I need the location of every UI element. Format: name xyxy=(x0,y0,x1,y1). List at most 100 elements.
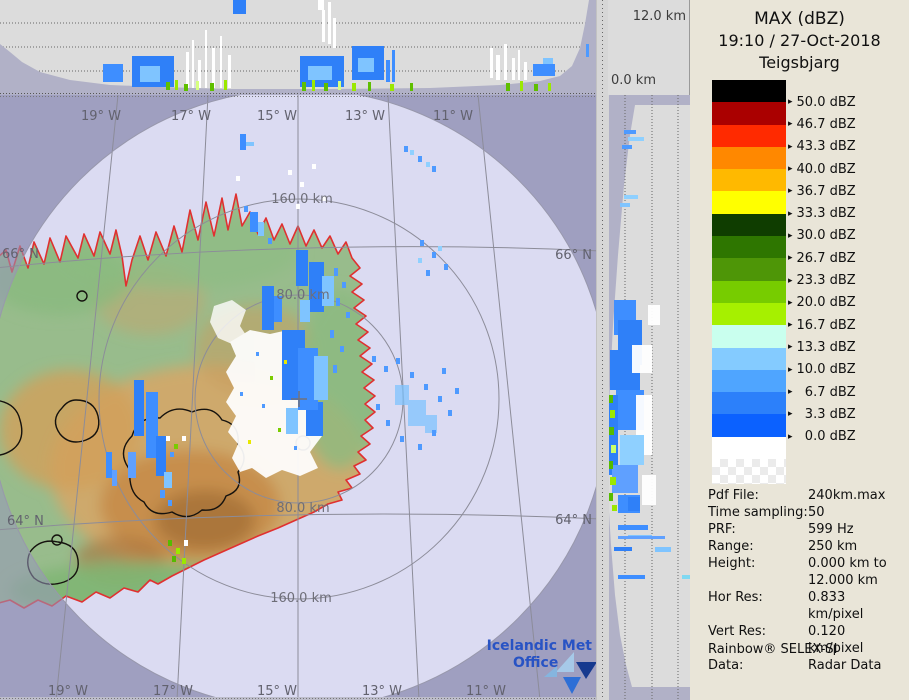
scale-band xyxy=(712,325,786,347)
height-axis-corner: 12.0 km 0.0 km xyxy=(608,0,690,95)
scale-label-text: 10.0 dBZ xyxy=(797,362,856,377)
vertical-tick-ruler xyxy=(596,0,609,700)
height-axis-max-label: 12.0 km xyxy=(633,9,686,24)
scale-label: ▸ 16.7 dBZ xyxy=(788,314,856,336)
scale-band xyxy=(712,125,786,147)
info-label: Range: xyxy=(708,538,808,555)
scale-label-text: 13.3 dBZ xyxy=(797,340,856,355)
legend-panel: MAX (dBZ) 19:10 / 27-Oct-2018 Teigsbjarg… xyxy=(690,0,909,700)
scale-tick-arrow-icon: ▸ xyxy=(788,142,793,152)
scale-label: ▸ 43.3 dBZ xyxy=(788,136,856,158)
scale-band xyxy=(712,102,786,124)
scale-tick-arrow-icon: ▸ xyxy=(788,276,793,286)
info-value: 50 xyxy=(808,504,904,521)
side-cross-section xyxy=(608,95,690,700)
scale-band xyxy=(712,236,786,258)
scale-label-text: 33.3 dBZ xyxy=(797,206,856,221)
info-value: Radar Data xyxy=(808,657,904,674)
info-value: 240km.max xyxy=(808,487,904,504)
info-value: 0.000 km to xyxy=(808,555,904,572)
scale-label: ▸ 46.7 dBZ xyxy=(788,113,856,135)
info-label: Pdf File: xyxy=(708,487,808,504)
scale-band xyxy=(712,214,786,236)
scale-label-text: 50.0 dBZ xyxy=(797,95,856,110)
height-axis-min-label: 0.0 km xyxy=(611,73,656,88)
scale-band xyxy=(712,191,786,213)
scale-label: ▸ 20.0 dBZ xyxy=(788,292,856,314)
scale-label: ▸ 40.0 dBZ xyxy=(788,158,856,180)
scale-band xyxy=(712,348,786,370)
lat-label-left-66n: 66° N xyxy=(2,247,39,262)
scale-band xyxy=(712,169,786,191)
scale-label-text: 20.0 dBZ xyxy=(797,295,856,310)
color-scale-labels: ▸50.0 dBZ▸46.7 dBZ▸43.3 dBZ▸40.0 dBZ▸36.… xyxy=(788,91,856,448)
lon-label-bottom: 13° W xyxy=(362,684,402,699)
info-label: Hor Res: xyxy=(708,589,808,623)
top-cross-section xyxy=(0,0,596,95)
color-scale xyxy=(712,80,786,484)
info-label: PRF: xyxy=(708,521,808,538)
scale-band xyxy=(712,258,786,280)
info-value: 599 Hz xyxy=(808,521,904,538)
echo-cyan-dash xyxy=(682,575,690,579)
range-label-160-top: 160.0 km xyxy=(271,192,333,207)
radar-application-window: 19° W 17° W 15° W 13° W 11° W 19° W 17° … xyxy=(0,0,909,700)
radar-map: 19° W 17° W 15° W 13° W 11° W 19° W 17° … xyxy=(0,95,596,700)
scale-band xyxy=(712,392,786,414)
scale-tick-arrow-icon: ▸ xyxy=(788,365,793,375)
scale-band-transparent xyxy=(712,459,786,484)
blind-zone-top xyxy=(608,95,690,105)
info-label: Time sampling: xyxy=(708,504,808,521)
lon-label-top: 15° W xyxy=(257,109,297,124)
scale-label-text: 23.3 dBZ xyxy=(797,273,856,288)
scale-label: ▸ 23.3 dBZ xyxy=(788,269,856,291)
scale-tick-arrow-icon: ▸ xyxy=(788,298,793,308)
scale-label-text: 30.0 dBZ xyxy=(797,228,856,243)
lon-label-bottom: 17° W xyxy=(153,684,193,699)
scale-tick-arrow-icon: ▸ xyxy=(788,320,793,330)
scale-label: ▸ 30.0 dBZ xyxy=(788,225,856,247)
scale-tick-arrow-icon: ▸ xyxy=(788,231,793,241)
scale-band xyxy=(712,80,786,102)
range-label-160-bottom: 160.0 km xyxy=(270,591,332,606)
scale-label-text: 46.7 dBZ xyxy=(797,117,856,132)
scale-label: ▸ 10.0 dBZ xyxy=(788,359,856,381)
scale-band xyxy=(712,281,786,303)
scale-band-below-0 xyxy=(712,437,786,459)
scale-label: ▸50.0 dBZ xyxy=(788,91,856,113)
scale-label-text: 16.7 dBZ xyxy=(797,318,856,333)
lon-label-bottom: 15° W xyxy=(257,684,297,699)
lon-label-top: 11° W xyxy=(433,109,473,124)
scale-tick-arrow-icon: ▸ xyxy=(788,186,793,196)
scale-tick-arrow-icon: ▸ xyxy=(788,119,793,129)
info-label: Data: xyxy=(708,657,808,674)
scale-label: ▸36.7 dBZ xyxy=(788,180,856,202)
scale-label-text: 6.7 dBZ xyxy=(797,385,856,400)
range-label-80-bottom: 80.0 km xyxy=(276,501,329,516)
scale-label: ▸ 6.7 dBZ xyxy=(788,381,856,403)
scale-label: ▸ 26.7 dBZ xyxy=(788,247,856,269)
scale-label-text: 3.3 dBZ xyxy=(797,407,856,422)
info-label: Height: xyxy=(708,555,808,572)
scale-label: ▸ 3.3 dBZ xyxy=(788,403,856,425)
legend-header: MAX (dBZ) 19:10 / 27-Oct-2018 Teigsbjarg xyxy=(690,8,909,74)
scale-tick-arrow-icon: ▸ xyxy=(788,387,793,397)
scale-label: ▸33.3 dBZ xyxy=(788,202,856,224)
scale-tick-arrow-icon: ▸ xyxy=(788,164,793,174)
lon-label-top: 19° W xyxy=(81,109,121,124)
scale-tick-arrow-icon: ▸ xyxy=(788,253,793,263)
software-name: Rainbow® SELEX-SI xyxy=(708,642,838,657)
info-value: 250 km xyxy=(808,538,904,555)
imo-logo-text-line1: Icelandic Met xyxy=(487,638,593,654)
lon-label-bottom: 11° W xyxy=(466,684,506,699)
product-title: MAX (dBZ) xyxy=(690,8,909,30)
scale-band xyxy=(712,303,786,325)
scale-label: ▸ 0.0 dBZ xyxy=(788,425,856,447)
scale-tick-arrow-icon: ▸ xyxy=(788,342,793,352)
lon-label-top: 17° W xyxy=(171,109,211,124)
lat-label-right-64n: 64° N xyxy=(555,513,592,528)
scale-label-text: 26.7 dBZ xyxy=(797,251,856,266)
scale-label-text: 43.3 dBZ xyxy=(797,139,856,154)
radar-station-name: Teigsbjarg xyxy=(690,52,909,74)
scale-label-text: 40.0 dBZ xyxy=(797,162,856,177)
